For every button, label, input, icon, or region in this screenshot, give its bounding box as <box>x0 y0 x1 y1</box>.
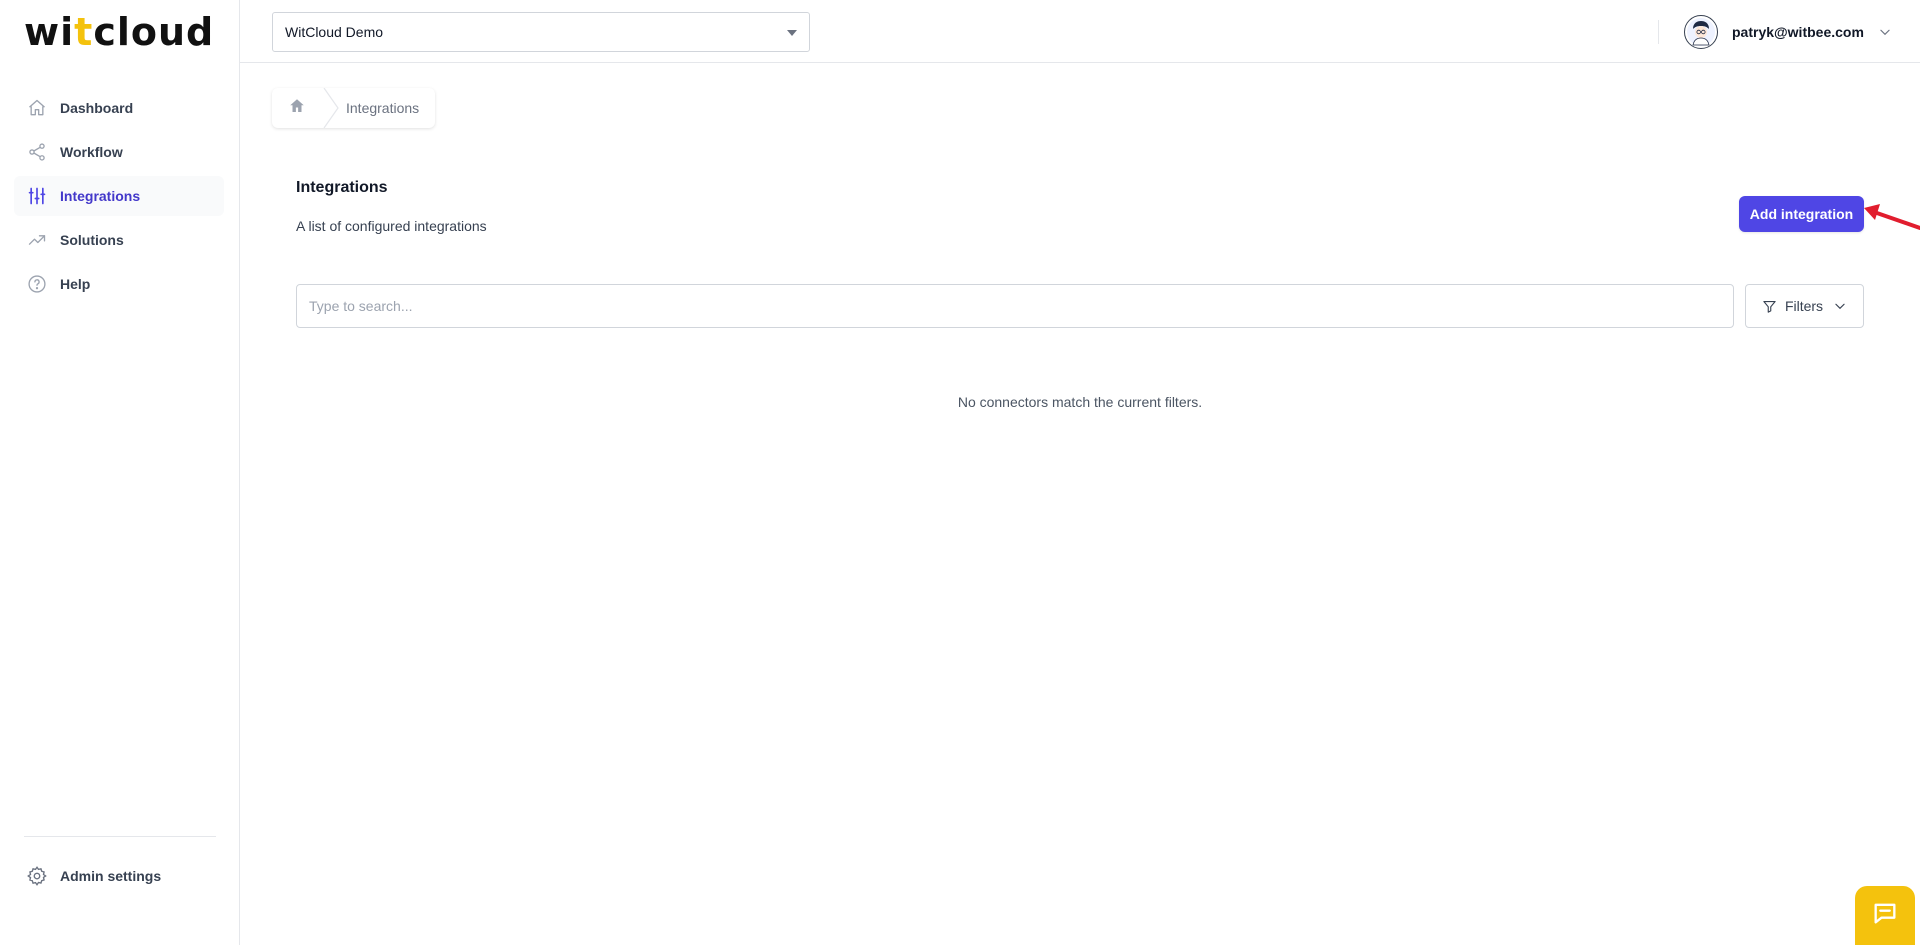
chevron-down-icon <box>1878 25 1892 39</box>
admin-settings-label: Admin settings <box>60 868 162 884</box>
sidebar-item-label: Integrations <box>60 188 141 204</box>
avatar <box>1684 15 1718 49</box>
chevron-down-icon <box>1833 299 1847 313</box>
search-input[interactable] <box>296 284 1734 328</box>
share-icon <box>26 141 48 163</box>
topbar-divider <box>1658 20 1659 44</box>
sidebar-item-label: Help <box>60 276 91 292</box>
topbar: WitCloud Demo patryk@witbee.com <box>240 0 1920 63</box>
gear-icon <box>26 865 48 887</box>
sidebar-item-dashboard[interactable]: Dashboard <box>14 88 224 128</box>
sidebar-divider <box>24 836 216 837</box>
filters-label: Filters <box>1784 298 1824 314</box>
add-integration-button[interactable]: Add integration <box>1739 196 1864 232</box>
admin-settings-link[interactable]: Admin settings <box>26 860 161 892</box>
caret-down-icon <box>787 30 797 36</box>
home-icon <box>26 97 48 119</box>
trending-up-icon <box>26 229 48 251</box>
page-title: Integrations <box>296 179 388 196</box>
sidebar-item-label: Dashboard <box>60 100 134 116</box>
annotation-arrow <box>1864 204 1920 230</box>
app-root: witcloud Dashboard Workflow Integrations <box>0 0 1920 945</box>
user-email: patryk@witbee.com <box>1732 24 1864 40</box>
sidebar-item-help[interactable]: Help <box>14 264 224 304</box>
sidebar-item-label: Solutions <box>60 232 124 248</box>
chat-icon <box>1871 899 1899 932</box>
breadcrumb-separator <box>322 88 340 128</box>
sidebar-nav: Dashboard Workflow Integrations Solution… <box>14 88 224 308</box>
sidebar-item-integrations[interactable]: Integrations <box>14 176 224 216</box>
filter-icon <box>1762 299 1777 314</box>
sidebar: witcloud Dashboard Workflow Integrations <box>0 0 240 945</box>
question-circle-icon <box>26 273 48 295</box>
sidebar-item-workflow[interactable]: Workflow <box>14 132 224 172</box>
breadcrumb-item-integrations[interactable]: Integrations <box>340 88 435 128</box>
sidebar-item-label: Workflow <box>60 144 123 160</box>
logo-text-left: wi <box>24 10 75 54</box>
sidebar-item-solutions[interactable]: Solutions <box>14 220 224 260</box>
sliders-icon <box>26 185 48 207</box>
logo-text-right: cloud <box>93 10 215 54</box>
breadcrumb-home[interactable] <box>272 88 322 128</box>
chat-widget-button[interactable] <box>1855 886 1915 945</box>
organization-select[interactable]: WitCloud Demo <box>272 12 810 52</box>
witcloud-logo[interactable]: witcloud <box>24 12 214 52</box>
home-icon <box>288 97 306 120</box>
filters-button[interactable]: Filters <box>1745 284 1864 328</box>
logo-text-accent: t <box>74 10 94 54</box>
organization-select-value: WitCloud Demo <box>285 24 384 40</box>
page-subtitle: A list of configured integrations <box>296 218 487 234</box>
user-menu[interactable]: patryk@witbee.com <box>1684 14 1892 50</box>
empty-state-message: No connectors match the current filters. <box>957 394 1203 410</box>
breadcrumb: Integrations <box>272 88 436 128</box>
